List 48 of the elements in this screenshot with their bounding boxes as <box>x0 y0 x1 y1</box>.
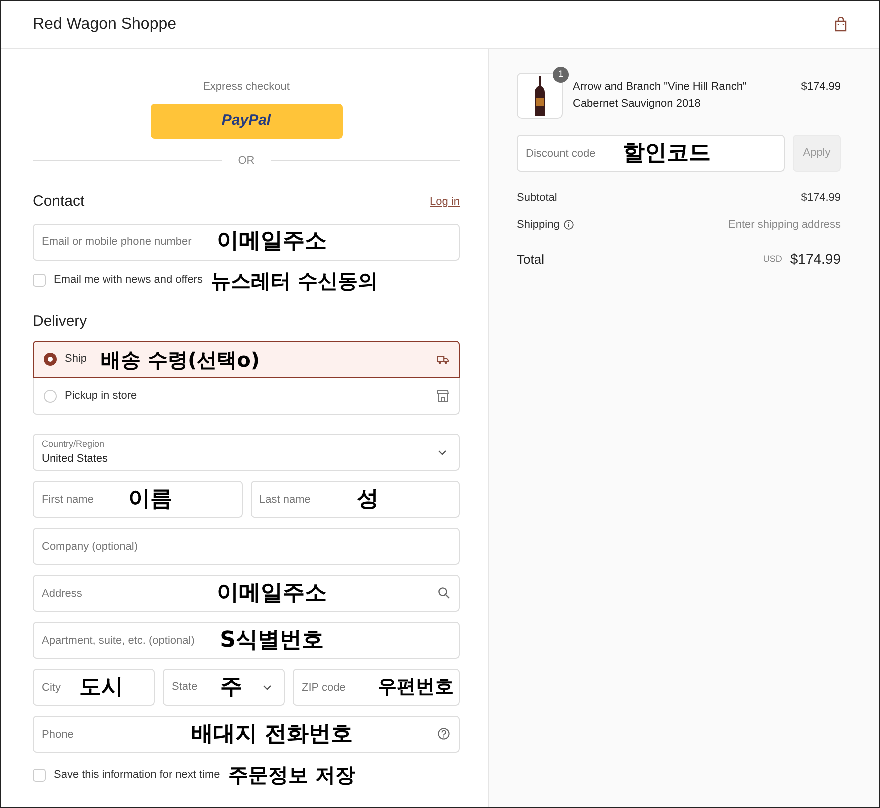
annotation-label: 배대지 전화번호 <box>191 720 353 748</box>
checkbox-label: Save this information for next time <box>54 768 220 783</box>
annotation-label: 뉴스레터 수신동의 <box>210 270 378 290</box>
annotation-label: 배송 수령(선택o) <box>101 350 260 370</box>
input-field[interactable]: Company (optional) <box>33 528 460 565</box>
currency-label: USD <box>763 252 782 266</box>
annotation-label: 주 <box>220 674 242 702</box>
annotation-label: S식별번호 <box>220 626 324 654</box>
total-value: $174.99 <box>790 250 841 269</box>
shipping-value: Enter shipping address <box>728 218 841 232</box>
radio-button[interactable] <box>44 353 57 366</box>
checkbox[interactable] <box>33 768 46 782</box>
delivery-option[interactable]: Pickup in store <box>33 378 460 415</box>
chevron-down-icon <box>263 684 272 690</box>
quantity-badge: 1 <box>553 67 569 83</box>
help-icon <box>438 728 450 740</box>
annotation-label: 할인코드 <box>623 140 712 168</box>
wine-bottle-icon <box>534 76 546 116</box>
info-icon <box>564 220 574 230</box>
annotation-label: 성 <box>356 486 379 514</box>
section-heading: Delivery <box>33 312 88 332</box>
subtotal-label: Subtotal <box>517 191 558 206</box>
delivery-option[interactable]: Ship 배송 수령(선택o) <box>33 341 460 378</box>
checkbox-label: Email me with news and offers <box>54 273 203 288</box>
paypal-button[interactable]: PayPal <box>150 104 342 138</box>
annotation-label: 이메일주소 <box>217 228 328 256</box>
annotation-label: 도시 <box>79 674 124 702</box>
total-label: Total <box>517 250 544 269</box>
store-name[interactable]: Red Wagon Shoppe <box>33 12 177 36</box>
annotation-label: 우편번호 <box>378 675 454 700</box>
shipping-label: Shipping <box>517 218 560 232</box>
express-checkout-label: Express checkout <box>202 80 291 95</box>
store-icon <box>437 390 449 402</box>
section-heading: Contact <box>33 192 85 212</box>
product-price: $174.99 <box>801 80 841 95</box>
subtotal-value: $174.99 <box>801 191 841 206</box>
shopping-bag-icon[interactable] <box>835 17 847 32</box>
divider-label: OR <box>238 154 255 168</box>
truck-icon <box>437 354 449 364</box>
annotation-label: 이름 <box>128 486 172 514</box>
country-select[interactable]: Country/Region United States <box>33 434 460 471</box>
search-icon <box>438 587 450 599</box>
chevron-down-icon <box>438 450 447 456</box>
product-name: Arrow and Branch "Vine Hill Ranch" Cabernet Sauvignon 2018 <box>572 80 748 112</box>
checkbox[interactable] <box>33 274 46 287</box>
login-link[interactable]: Log in <box>430 194 460 210</box>
annotation-label: 주문정보 저장 <box>228 765 356 785</box>
annotation-label: 이메일주소 <box>217 580 328 608</box>
